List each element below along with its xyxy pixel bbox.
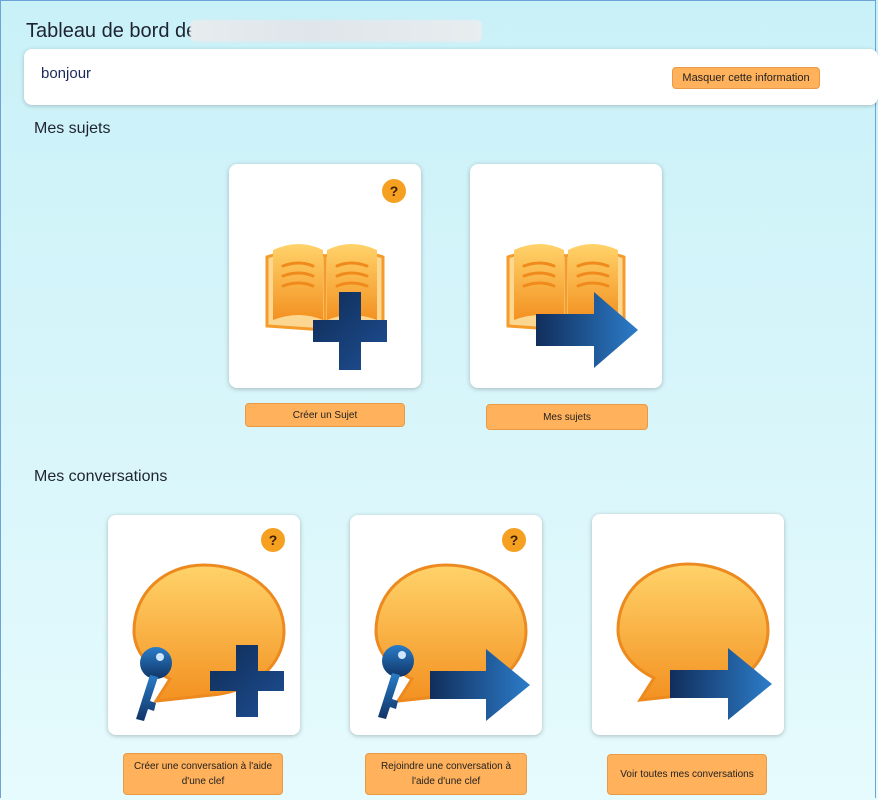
section-title-subjects: Mes sujets — [34, 120, 111, 137]
tile-join-conversation[interactable]: ? — [350, 515, 542, 735]
page-title: Tableau de bord de — [26, 20, 198, 42]
book-arrow-icon — [506, 244, 638, 368]
help-icon[interactable]: ? — [261, 528, 285, 552]
speech-arrow-icon — [616, 562, 772, 720]
my-subjects-button[interactable]: Mes sujets — [486, 404, 648, 430]
section-title-conversations: Mes conversations — [34, 468, 168, 485]
create-subject-button[interactable]: Créer un Sujet — [245, 403, 405, 427]
tile-my-subjects[interactable] — [470, 164, 662, 388]
info-text: bonjour — [41, 65, 92, 82]
tile-create-conversation[interactable]: ? — [108, 515, 300, 735]
info-banner: bonjour Masquer cette information — [24, 49, 878, 105]
hide-info-button[interactable]: Masquer cette information — [672, 67, 820, 89]
create-conversation-button[interactable]: Créer une conversation à l'aide d'une cl… — [123, 753, 283, 795]
help-icon[interactable]: ? — [502, 528, 526, 552]
join-conversation-button[interactable]: Rejoindre une conversation à l'aide d'un… — [365, 753, 527, 795]
help-icon[interactable]: ? — [382, 179, 406, 203]
all-conversations-button[interactable]: Voir toutes mes conversations — [607, 754, 767, 795]
redacted-username — [190, 20, 482, 42]
tile-create-subject[interactable]: ? — [229, 164, 421, 388]
tile-all-conversations[interactable] — [592, 514, 784, 735]
